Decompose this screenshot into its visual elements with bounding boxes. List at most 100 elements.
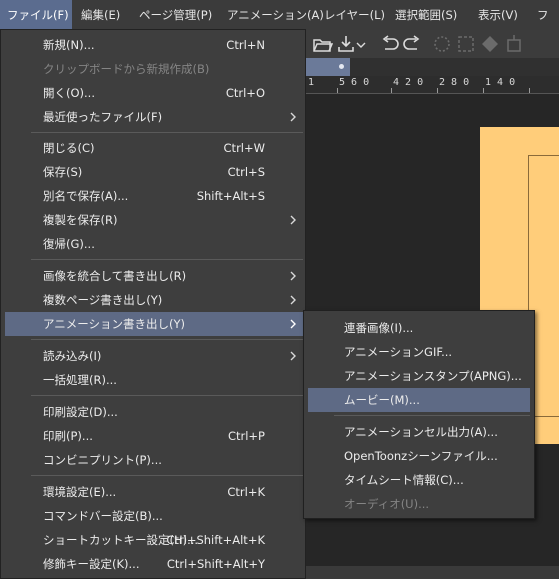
ruler-tick [529, 88, 530, 93]
menu-item-label: 保存(S) [43, 165, 83, 179]
menu-item-convenience-print[interactable]: コンビニプリント(P)... [5, 448, 303, 472]
menu-item-shortcut: Ctrl+Shift+Alt+K [166, 533, 265, 547]
menu-item-save-duplicate[interactable]: 複製を保存(R) [5, 208, 303, 232]
menu-item-shortcut-settings[interactable]: ショートカットキー設定(H)... Ctrl+Shift+Alt+K [5, 528, 303, 552]
transform-icon[interactable] [503, 33, 525, 55]
menu-bar: ファイル(F) 編集(E) ページ管理(P) アニメーション(A) レイヤー(L… [0, 0, 559, 30]
menu-view[interactable]: 表示(V) [471, 0, 525, 30]
open-folder-icon[interactable] [311, 33, 334, 55]
menu-item-label: 読み込み(I) [43, 349, 102, 363]
menu-item-label: アニメーションセル出力(A)... [344, 425, 498, 439]
submenu-item-animated-stamp[interactable]: アニメーションスタンプ(APNG)... [308, 364, 530, 388]
menu-item-label: OpenToonzシーンファイル... [344, 449, 498, 463]
menu-item-label: タイムシート情報(C)... [344, 473, 464, 487]
menu-item-label: オーディオ(U)... [344, 497, 430, 511]
file-menu: 新規(N)... Ctrl+N クリップボードから新規作成(B) 開く(O)..… [0, 29, 306, 579]
menu-item-shortcut: Shift+Alt+S [196, 189, 265, 203]
menu-item-label: 開く(O)... [43, 86, 95, 100]
ruler-label: 1 4 0 [485, 77, 516, 88]
animation-export-submenu: 連番画像(I)... アニメーションGIF... アニメーションスタンプ(APN… [303, 310, 535, 519]
menu-item-modifier-key-settings[interactable]: 修飾キー設定(K)... Ctrl+Shift+Alt+Y [5, 552, 303, 576]
menu-item-preferences[interactable]: 環境設定(E)... Ctrl+K [5, 480, 303, 504]
menu-item-new-from-clipboard: クリップボードから新規作成(B) [5, 57, 303, 81]
menu-item-label: アニメーション書き出し(Y) [43, 317, 186, 331]
submenu-item-audio: オーディオ(U)... [308, 492, 530, 516]
menu-item-batch-process[interactable]: 一括処理(R)... [5, 368, 303, 392]
chevron-right-icon [290, 215, 296, 225]
chevron-right-icon [290, 271, 296, 281]
menu-item-shortcut: Ctrl+S [227, 165, 265, 179]
menu-file[interactable]: ファイル(F) [0, 0, 72, 30]
menu-item-label: 複数ページ書き出し(Y) [43, 293, 163, 307]
menu-item-label: 閉じる(C) [43, 141, 95, 155]
redo-icon[interactable] [401, 33, 423, 55]
menu-item-label: 印刷設定(D)... [43, 405, 118, 419]
ruler-tick [437, 88, 438, 93]
menu-item-label: ムービー(M)... [344, 393, 420, 407]
menu-item-save-as[interactable]: 別名で保存(A)... Shift+Alt+S [5, 184, 303, 208]
menu-separator [31, 259, 303, 260]
menu-separator [31, 132, 303, 133]
clear-icon[interactable] [455, 33, 477, 55]
submenu-item-timesheet-info[interactable]: タイムシート情報(C)... [308, 468, 530, 492]
menu-item-label: 新規(N)... [43, 38, 95, 52]
submenu-item-image-sequence[interactable]: 連番画像(I)... [308, 316, 530, 340]
menu-item-export-single-layer[interactable]: 画像を統合して書き出し(R) [5, 264, 303, 288]
menu-item-label: コンビニプリント(P)... [43, 453, 162, 467]
menu-page-management[interactable]: ページ管理(P) [132, 0, 219, 30]
menu-item-label: 画像を統合して書き出し(R) [43, 269, 187, 283]
menu-item-label: 修飾キー設定(K)... [43, 557, 140, 571]
horizontal-ruler: 1 5 6 0 4 2 0 2 8 0 1 4 0 [305, 76, 559, 94]
menu-item-new[interactable]: 新規(N)... Ctrl+N [5, 33, 303, 57]
submenu-item-animation-cel-output[interactable]: アニメーションセル出力(A)... [308, 420, 530, 444]
menu-item-label: 別名で保存(A)... [43, 189, 129, 203]
ruler-label: 4 2 0 [393, 77, 424, 88]
loading-icon[interactable] [431, 33, 453, 55]
menu-item-label: 最近使ったファイル(F) [43, 110, 163, 124]
submenu-item-opentoonz-scene[interactable]: OpenToonzシーンファイル... [308, 444, 530, 468]
undo-icon[interactable] [379, 33, 401, 55]
menu-item-label: アニメーションGIF... [344, 345, 453, 359]
menu-item-print[interactable]: 印刷(P)... Ctrl+P [5, 424, 303, 448]
menu-item-revert[interactable]: 復帰(G)... [5, 232, 303, 256]
menu-item-label: 一括処理(R)... [43, 373, 117, 387]
unsaved-dot-icon [339, 64, 344, 69]
menu-item-close[interactable]: 閉じる(C) Ctrl+W [5, 136, 303, 160]
menu-item-export-animation[interactable]: アニメーション書き出し(Y) [5, 312, 303, 336]
menu-selection[interactable]: 選択範囲(S) [388, 0, 464, 30]
menu-item-label: 複製を保存(R) [43, 213, 118, 227]
menu-item-shortcut: Ctrl+W [223, 141, 265, 155]
menu-separator [31, 475, 303, 476]
menu-item-export-multiple-pages[interactable]: 複数ページ書き出し(Y) [5, 288, 303, 312]
chevron-right-icon [290, 112, 296, 122]
menu-item-print-settings[interactable]: 印刷設定(D)... [5, 400, 303, 424]
ruler-tick [391, 88, 392, 93]
menu-edit[interactable]: 編集(E) [74, 0, 127, 30]
menu-item-label: 復帰(G)... [43, 237, 95, 251]
fill-icon[interactable] [479, 33, 501, 55]
menu-item-shortcut: Ctrl+Shift+Alt+Y [166, 557, 265, 571]
menu-item-command-bar-settings[interactable]: コマンドバー設定(B)... [5, 504, 303, 528]
menu-separator [31, 395, 303, 396]
status-bar [305, 566, 559, 579]
menu-layer[interactable]: レイヤー(L) [317, 0, 392, 30]
menu-item-recent-files[interactable]: 最近使ったファイル(F) [5, 105, 303, 129]
menu-item-shortcut: Ctrl+O [225, 86, 265, 100]
command-bar [305, 30, 559, 59]
ruler-label: 5 6 0 [339, 77, 370, 88]
menu-item-shortcut: Ctrl+P [227, 429, 265, 443]
menu-item-label: 連番画像(I)... [344, 321, 414, 335]
menu-item-shortcut: Ctrl+N [226, 38, 265, 52]
dropdown-icon[interactable] [355, 33, 367, 55]
ruler-label: 2 8 0 [439, 77, 470, 88]
menu-item-label: アニメーションスタンプ(APNG)... [344, 369, 522, 383]
menu-item-save[interactable]: 保存(S) Ctrl+S [5, 160, 303, 184]
menu-item-label: 印刷(P)... [43, 429, 93, 443]
submenu-item-movie[interactable]: ムービー(M)... [308, 388, 530, 412]
menu-item-import[interactable]: 読み込み(I) [5, 344, 303, 368]
menu-animation[interactable]: アニメーション(A) [220, 0, 331, 30]
save-icon[interactable] [335, 33, 357, 55]
menu-item-open[interactable]: 開く(O)... Ctrl+O [5, 81, 303, 105]
submenu-item-animated-gif[interactable]: アニメーションGIF... [308, 340, 530, 364]
menu-filter[interactable]: フ [530, 0, 556, 30]
